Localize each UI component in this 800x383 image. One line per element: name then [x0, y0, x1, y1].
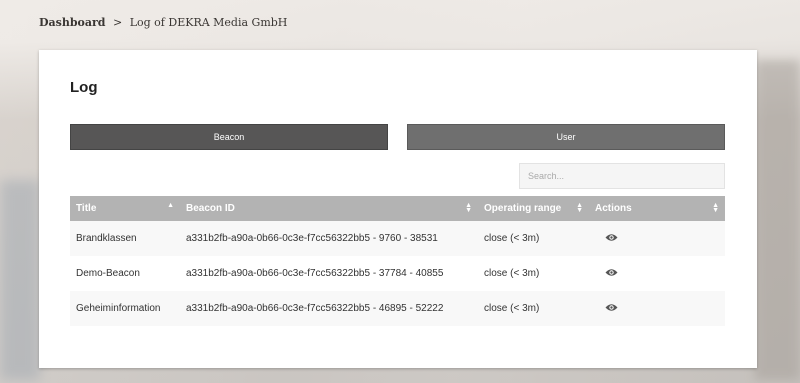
cell-title: Geheiminformation	[70, 291, 180, 326]
cell-beacon-id: a331b2fb-a90a-0b66-0c3e-f7cc56322bb5 - 9…	[180, 221, 478, 256]
tab-user[interactable]: User	[407, 124, 725, 150]
breadcrumb-current: Log of DEKRA Media GmbH	[129, 16, 288, 29]
column-header-label: Beacon ID	[186, 203, 235, 214]
cell-beacon-id: a331b2fb-a90a-0b66-0c3e-f7cc56322bb5 - 4…	[180, 291, 478, 326]
log-table: Title ▲ Beacon ID ▲ ▼ Operating range ▲ ▼ …	[70, 196, 725, 326]
column-header-beacon-id[interactable]: Beacon ID ▲ ▼	[180, 196, 478, 221]
cell-operating-range: close (< 3m)	[478, 221, 589, 256]
breadcrumb: Dashboard > Log of DEKRA Media GmbH	[39, 16, 287, 29]
table-header-row: Title ▲ Beacon ID ▲ ▼ Operating range ▲ ▼ …	[70, 196, 725, 221]
column-header-actions[interactable]: Actions ▲ ▼	[589, 196, 725, 221]
column-header-label: Operating range	[484, 203, 562, 214]
cell-title: Brandklassen	[70, 221, 180, 256]
sort-asc-icon: ▲	[167, 202, 174, 209]
cell-actions	[589, 221, 725, 256]
sort-both-icon: ▲ ▼	[712, 202, 719, 214]
column-header-operating-range[interactable]: Operating range ▲ ▼	[478, 196, 589, 221]
cell-operating-range: close (< 3m)	[478, 291, 589, 326]
table-row: Geheiminformation a331b2fb-a90a-0b66-0c3…	[70, 291, 725, 326]
background-blur-right	[755, 60, 800, 380]
breadcrumb-dashboard-link[interactable]: Dashboard	[39, 16, 106, 29]
cell-actions	[589, 256, 725, 291]
eye-icon[interactable]	[605, 233, 618, 245]
table-row: Demo-Beacon a331b2fb-a90a-0b66-0c3e-f7cc…	[70, 256, 725, 291]
background-blur-left	[0, 180, 40, 380]
column-header-title[interactable]: Title ▲	[70, 196, 180, 221]
eye-icon[interactable]	[605, 268, 618, 280]
cell-actions	[589, 291, 725, 326]
sort-both-icon: ▲ ▼	[576, 202, 583, 214]
breadcrumb-separator: >	[113, 16, 123, 29]
column-header-label: Actions	[595, 203, 632, 214]
eye-icon[interactable]	[605, 303, 618, 315]
cell-title: Demo-Beacon	[70, 256, 180, 291]
cell-operating-range: close (< 3m)	[478, 256, 589, 291]
search-input[interactable]	[519, 163, 725, 189]
cell-beacon-id: a331b2fb-a90a-0b66-0c3e-f7cc56322bb5 - 3…	[180, 256, 478, 291]
sort-both-icon: ▲ ▼	[465, 202, 472, 214]
log-card: Log Beacon User Title ▲ Beacon ID ▲▼ Ope…	[39, 50, 757, 368]
table-row: Brandklassen a331b2fb-a90a-0b66-0c3e-f7c…	[70, 221, 725, 256]
page-title: Log	[70, 79, 98, 96]
column-header-label: Title	[76, 203, 97, 214]
tab-beacon[interactable]: Beacon	[70, 124, 388, 150]
